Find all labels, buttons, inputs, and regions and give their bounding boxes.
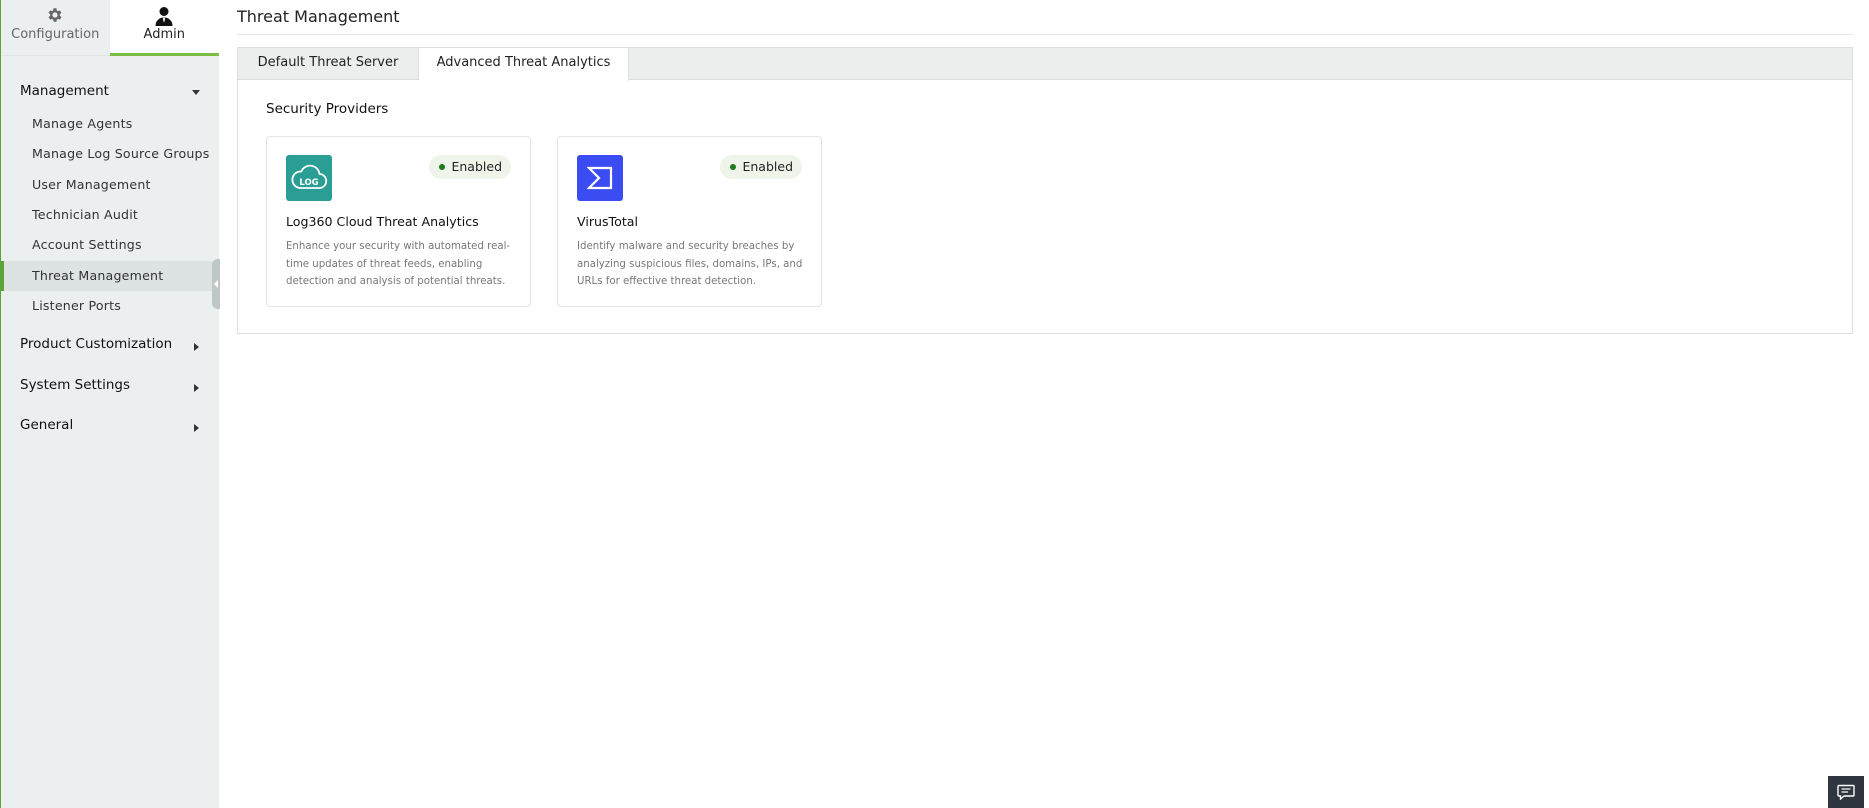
menu-group-general-label: General [20,417,74,433]
sidebar-item-user-management[interactable]: User Management [1,170,219,200]
tab-configuration-label: Configuration [11,27,100,42]
tab-bar: Default Threat Server Advanced Threat An… [238,48,1852,81]
threat-management-panel: Default Threat Server Advanced Threat An… [237,47,1853,334]
tab-label: Advanced Threat Analytics [436,55,611,70]
chevron-left-icon [214,280,218,288]
caret-down-icon [192,90,200,95]
sidebar-collapse-handle[interactable] [212,259,220,309]
virustotal-logo [577,155,623,201]
menu-group-management[interactable]: Management [20,83,204,99]
sidebar-item-label: Manage Agents [32,116,133,131]
provider-card-virustotal[interactable]: Enabled VirusTotal Identify malware and … [557,136,822,307]
sidebar-tabs: Configuration Admin [1,0,219,56]
section-title: Security Providers [266,101,389,117]
menu-group-general[interactable]: General [20,417,204,433]
tab-label: Default Threat Server [257,55,399,70]
provider-name: VirusTotal [577,214,638,229]
sidebar-item-listener-ports[interactable]: Listener Ports [1,291,219,321]
menu-group-product-customization-label: Product Customization [20,336,173,352]
sidebar-item-label: User Management [32,177,151,192]
provider-description: Enhance your security with automated rea… [286,241,511,287]
menu-group-product-customization[interactable]: Product Customization [20,336,204,352]
caret-right-icon [194,424,199,432]
status-badge: Enabled [720,155,802,179]
tab-configuration[interactable]: Configuration [1,0,110,56]
sidebar-item-technician-audit[interactable]: Technician Audit [1,200,219,230]
sidebar: Configuration Admin Management Manage Ag… [0,0,220,808]
status-text: Enabled [451,159,502,174]
provider-description: Identify malware and security breaches b… [577,241,803,287]
status-badge: Enabled [429,155,511,179]
sidebar-item-label: Manage Log Source Groups [32,146,210,161]
page-title: Threat Management [237,7,400,26]
provider-name: Log360 Cloud Threat Analytics [286,214,479,229]
caret-right-icon [194,343,199,351]
caret-right-icon [194,384,199,392]
sidebar-item-manage-agents[interactable]: Manage Agents [1,109,219,139]
sidebar-item-threat-management[interactable]: Threat Management [1,261,219,291]
tab-admin-label: Admin [143,27,185,42]
provider-card-log360[interactable]: LOG Enabled Log360 Cloud Threat Analytic… [266,136,531,307]
status-dot [730,164,737,170]
gear-icon [1,6,110,26]
status-text: Enabled [742,159,793,174]
sidebar-item-label: Technician Audit [32,207,139,222]
sigma-icon [587,166,613,190]
chat-icon [1837,784,1855,800]
sidebar-item-manage-log-source-groups[interactable]: Manage Log Source Groups [1,139,219,169]
tab-admin[interactable]: Admin [109,0,220,56]
sidebar-item-label: Threat Management [32,268,164,283]
log360-logo-text: LOG [299,178,318,188]
sidebar-item-account-settings[interactable]: Account Settings [1,230,219,260]
title-divider [237,34,1853,35]
user-icon [110,6,220,26]
menu-group-management-label: Management [20,83,109,99]
chat-button[interactable] [1828,776,1864,808]
menu-group-system-settings[interactable]: System Settings [20,377,204,393]
status-dot [439,164,446,170]
cloud-icon: LOG [291,164,328,189]
log360-logo: LOG [286,155,332,201]
tab-advanced-threat-analytics[interactable]: Advanced Threat Analytics [419,48,629,81]
sidebar-item-label: Listener Ports [32,298,122,313]
sidebar-item-label: Account Settings [32,237,142,252]
menu-group-system-settings-label: System Settings [20,377,131,393]
tab-default-threat-server[interactable]: Default Threat Server [238,48,419,80]
